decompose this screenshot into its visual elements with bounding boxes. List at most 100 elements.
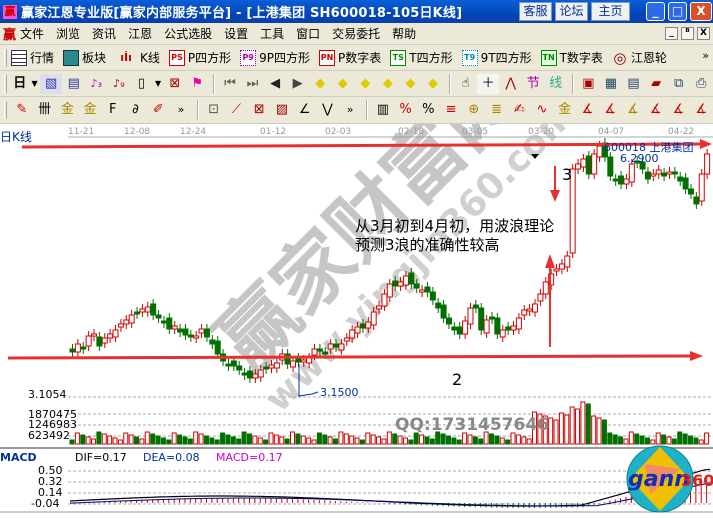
menu-window[interactable]: 窗口	[296, 25, 320, 42]
t-square-button[interactable]: TS T四方形	[390, 49, 453, 66]
menu-trade[interactable]: 交易委托	[332, 25, 380, 42]
square-fan-icon[interactable]: ⊠	[248, 100, 270, 120]
toolbar-overflow-button[interactable]: »	[702, 49, 709, 62]
save-icon[interactable]: ▰	[645, 74, 667, 94]
diamond-right-icon[interactable]: ◆	[332, 74, 354, 94]
period-dropdown-icon[interactable]: ▼	[30, 74, 40, 94]
menu-news[interactable]: 资讯	[92, 25, 116, 42]
mdi-restore-button[interactable]: ᴮ	[681, 27, 694, 40]
section-icon[interactable]: 节	[522, 74, 544, 94]
sectors-button[interactable]: 板块	[63, 49, 106, 66]
brush-icon[interactable]: ✍	[508, 100, 530, 120]
percent-icon[interactable]: %	[417, 100, 439, 120]
menu-tools[interactable]: 工具	[260, 25, 284, 42]
toolbar3-overflow-mid[interactable]: »	[339, 100, 361, 120]
quotes-button[interactable]: 行情	[11, 49, 54, 66]
chart-area[interactable]: 日K线 11-21 12-08 12-24 01-12 02-03 02-18 03-05 0…	[0, 48, 713, 514]
flag-icon[interactable]: ⚑	[187, 74, 209, 94]
t-number-table-button[interactable]: TN T数字表	[540, 49, 603, 66]
wave-line-icon[interactable]: 线	[545, 74, 567, 94]
volume-bar	[220, 432, 226, 445]
kline-button[interactable]: ıİı K线	[115, 49, 160, 66]
report-icon[interactable]: ▤	[623, 74, 645, 94]
candle-type-icon[interactable]: ▯	[131, 74, 153, 94]
chart-svg[interactable]: 日K线 11-21 12-08 12-24 01-12 02-03 02-18 03-05 0…	[0, 48, 713, 514]
wave9-icon[interactable]: ♪₉	[108, 74, 130, 94]
printer-icon[interactable]: ⎙	[690, 74, 712, 94]
last-icon[interactable]: ⏭	[242, 74, 264, 94]
forum-button[interactable]: 论坛	[555, 2, 588, 21]
close-button[interactable]: X	[690, 2, 712, 21]
toolbar-grip[interactable]	[4, 74, 7, 93]
diamond-up-icon[interactable]: ◆	[355, 74, 377, 94]
menu-settings[interactable]: 设置	[224, 25, 248, 42]
menu-formula-select[interactable]: 公式选股	[164, 25, 212, 42]
menu-help[interactable]: 帮助	[392, 25, 416, 42]
zigzag-icon[interactable]: ⋁	[317, 100, 339, 120]
mdi-close-button[interactable]: X	[697, 27, 710, 40]
fib-icon[interactable]: F	[102, 100, 124, 120]
hand-icon[interactable]: ☝	[455, 74, 477, 94]
bar-icon[interactable]: ▥	[372, 100, 394, 120]
toolbar-grip[interactable]	[4, 48, 7, 67]
prev-icon[interactable]: ◀	[264, 74, 286, 94]
spiral-icon[interactable]: ∂	[125, 100, 147, 120]
diamond-down-icon[interactable]: ◆	[377, 74, 399, 94]
pen-icon[interactable]: ✎	[11, 100, 33, 120]
gold-ruler-icon[interactable]: 金	[56, 100, 78, 120]
notes-icon[interactable]: ▤	[63, 74, 85, 94]
toolbar3-overflow-left[interactable]: »	[170, 100, 192, 120]
candle-dropdown-icon[interactable]: ▼	[153, 74, 163, 94]
pattern-icon[interactable]: ▧	[40, 73, 62, 94]
toolbar-grip[interactable]	[4, 101, 7, 119]
menu-gann[interactable]: 江恩	[128, 25, 152, 42]
gold-circle-icon[interactable]: ⊕	[463, 100, 485, 120]
first-icon[interactable]: ⏮	[219, 74, 241, 94]
menu-browse[interactable]: 浏览	[56, 25, 80, 42]
wave3-icon[interactable]: ♪₃	[86, 74, 108, 94]
menu-file[interactable]: 文件	[20, 25, 44, 42]
calc-icon[interactable]: ⊠	[164, 74, 186, 94]
p-number-table-button[interactable]: PN P数字表	[319, 49, 381, 66]
volume-bar	[230, 436, 236, 445]
9t-square-label: 9T四方形	[480, 51, 532, 65]
sine-icon[interactable]: ∿	[531, 100, 553, 120]
ying-angle-icon[interactable]: ∡	[668, 100, 690, 120]
fan-icon[interactable]: ⟋	[226, 100, 248, 120]
si-angle-icon[interactable]: ∡	[690, 100, 712, 120]
maximize-button[interactable]: □	[668, 2, 687, 21]
9p-square-button[interactable]: P9 9P四方形	[240, 49, 310, 66]
grid-icon[interactable]: 卌	[34, 100, 56, 120]
9t-square-button[interactable]: T9 9T四方形	[461, 49, 532, 66]
mdi-minimize-button[interactable]: _	[665, 27, 678, 40]
sectors-label: 板块	[82, 51, 107, 65]
crosshair-icon[interactable]: ＋	[477, 73, 499, 94]
j-angle-icon[interactable]: ∡	[577, 100, 599, 120]
next-icon[interactable]: ▶	[287, 74, 309, 94]
period-selector[interactable]: 日	[11, 74, 29, 94]
gold-lines-icon[interactable]: ≣	[486, 100, 508, 120]
lian-angle-icon[interactable]: ∡	[645, 100, 667, 120]
red-fan-icon[interactable]: ▨	[271, 100, 293, 120]
percent-red-icon[interactable]: %	[395, 100, 417, 120]
marker-icon[interactable]: ✐	[147, 100, 169, 120]
gann-wheel-button[interactable]: ◎ 江恩轮	[612, 49, 667, 66]
percent-lines-icon[interactable]: ≡	[440, 100, 462, 120]
customer-service-button[interactable]: 客服	[519, 2, 552, 21]
angle-icon[interactable]: ∠	[294, 100, 316, 120]
gold-ruler2-icon[interactable]: 金	[79, 100, 101, 120]
diamond-cross-icon[interactable]: ◆	[422, 74, 444, 94]
f-angle-icon[interactable]: ∡	[599, 100, 621, 120]
homepage-button[interactable]: 主页	[591, 2, 630, 21]
gold-icon[interactable]: 金	[554, 100, 576, 120]
diamond-star-icon[interactable]: ◆	[400, 74, 422, 94]
gold-angle-icon[interactable]: ∡	[622, 100, 644, 120]
minimize-button[interactable]: _	[646, 2, 665, 21]
calendar-icon[interactable]: ▣	[578, 74, 600, 94]
box-icon[interactable]: ⊡	[203, 100, 225, 120]
diamond-left-icon[interactable]: ◆	[309, 74, 331, 94]
calculator-icon[interactable]: ▦	[600, 74, 622, 94]
p-square-button[interactable]: PS P四方形	[168, 49, 231, 66]
network-icon[interactable]: ⧉	[668, 74, 690, 94]
line-tool-icon[interactable]: ⋀	[500, 74, 522, 94]
